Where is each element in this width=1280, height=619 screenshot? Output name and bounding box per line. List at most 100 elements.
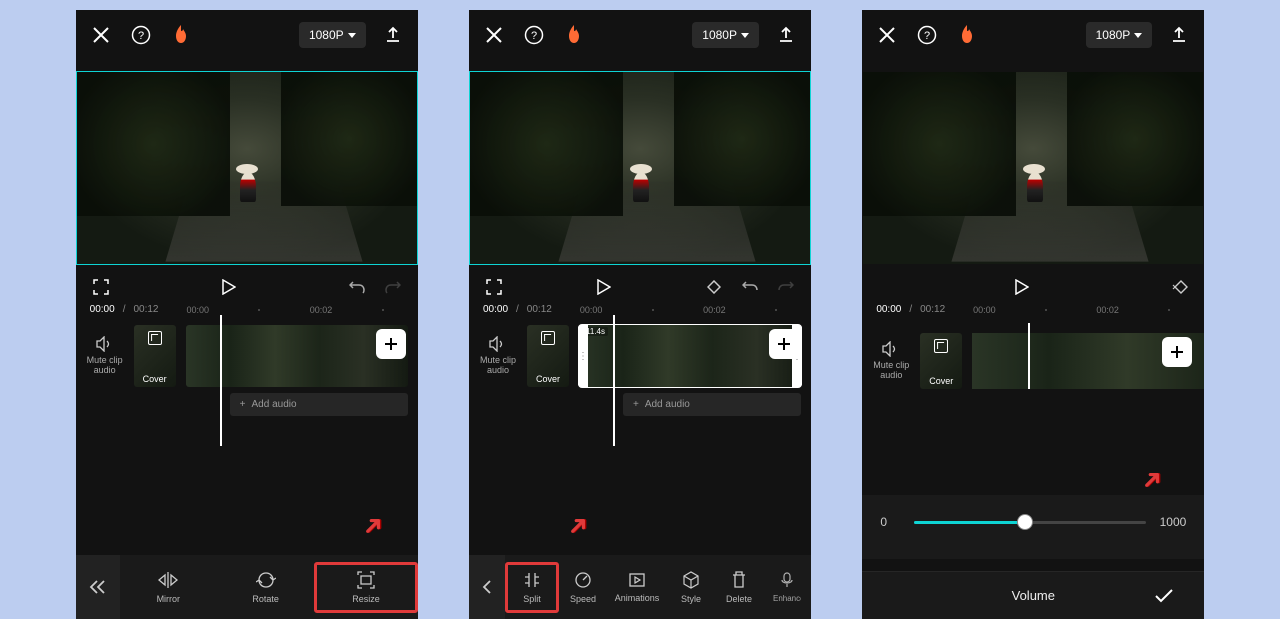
enhance-tool[interactable]: Enhance voice (763, 562, 811, 613)
close-icon[interactable] (876, 24, 898, 46)
timeline-area: Mute clip audio Cover 11.4s ⋮ ⋮ +Add aud… (469, 315, 811, 416)
video-preview[interactable] (77, 72, 417, 264)
cover-thumb[interactable]: Cover (134, 325, 176, 387)
clip-handle-left[interactable]: ⋮ (578, 325, 588, 387)
tool-label: Rotate (252, 594, 279, 604)
resolution-label: 1080P (309, 28, 344, 42)
resolution-button[interactable]: 1080P (299, 22, 366, 48)
close-icon[interactable] (483, 24, 505, 46)
fullscreen-icon[interactable] (483, 276, 505, 298)
slider-thumb[interactable] (1017, 514, 1033, 530)
chevron-down-icon (1134, 33, 1142, 38)
mirror-tool[interactable]: Mirror (120, 562, 217, 613)
volume-title: Volume (912, 588, 1154, 603)
time-current: 00:00 (90, 304, 115, 315)
chevron-down-icon (348, 33, 356, 38)
cover-thumb[interactable]: Cover (527, 325, 569, 387)
back-button[interactable] (469, 555, 505, 619)
fullscreen-icon[interactable] (90, 276, 112, 298)
phone-3: ? 1080P 00:00/ 00:12 00:00 00:02 (862, 10, 1204, 619)
cover-thumb[interactable]: Cover (920, 333, 962, 389)
chevron-down-icon (741, 33, 749, 38)
time-mark: 00:00 (187, 305, 210, 315)
time-display: 00:00/ 00:12 00:00 00:02 (469, 304, 811, 315)
split-tool[interactable]: Split (505, 562, 559, 613)
delete-tool[interactable]: Delete (715, 562, 763, 613)
export-icon[interactable] (382, 24, 404, 46)
tool-label: Split (523, 594, 541, 604)
time-mark: 00:02 (703, 305, 726, 315)
mute-label: Mute clip audio (872, 361, 910, 381)
rotate-tool[interactable]: Rotate (217, 562, 314, 613)
flame-icon[interactable] (170, 24, 192, 46)
keyframe-add-icon[interactable] (1168, 276, 1190, 298)
time-current: 00:00 (483, 304, 508, 315)
video-preview[interactable] (863, 72, 1203, 264)
timeline-area: Mute clip audio Cover (862, 323, 1204, 389)
flame-icon[interactable] (956, 24, 978, 46)
cover-label: Cover (536, 374, 560, 384)
tool-label: Style (681, 594, 701, 604)
phone-2: ? 1080P 00:00/ 00:12 00:00 00:02 (469, 10, 811, 619)
help-icon[interactable]: ? (523, 24, 545, 46)
playhead[interactable] (1028, 323, 1030, 389)
speed-tool[interactable]: Speed (559, 562, 607, 613)
playhead[interactable] (220, 315, 222, 446)
keyframe-icon[interactable] (703, 276, 725, 298)
time-mark: 00:00 (973, 305, 996, 315)
volume-slider[interactable] (914, 521, 1145, 524)
add-clip-button[interactable] (769, 329, 799, 359)
playhead[interactable] (613, 315, 615, 446)
cover-label: Cover (143, 374, 167, 384)
tool-label: Animations (615, 593, 660, 603)
resize-tool[interactable]: Resize (314, 562, 417, 613)
resolution-button[interactable]: 1080P (692, 22, 759, 48)
mute-label: Mute clip audio (479, 356, 517, 376)
mute-clip-button[interactable]: Mute clip audio (872, 341, 910, 381)
export-icon[interactable] (775, 24, 797, 46)
time-mark: 00:02 (310, 305, 333, 315)
add-clip-button[interactable] (376, 329, 406, 359)
mute-clip-button[interactable]: Mute clip audio (479, 336, 517, 376)
volume-footer: Volume (862, 571, 1204, 619)
time-total: 00:12 (133, 304, 158, 315)
animations-tool[interactable]: Animations (607, 562, 667, 613)
play-icon[interactable] (1011, 276, 1033, 298)
tool-label: Speed (570, 594, 596, 604)
style-tool[interactable]: Style (667, 562, 715, 613)
export-icon[interactable] (1168, 24, 1190, 46)
add-clip-button[interactable] (1162, 337, 1192, 367)
tool-label: Delete (726, 594, 752, 604)
bottom-toolbar: Mirror Rotate Resize (76, 555, 418, 619)
arrow-annotation: ➜ (1133, 461, 1170, 498)
collapse-button[interactable] (76, 555, 120, 619)
video-preview[interactable] (470, 72, 810, 264)
svg-text:?: ? (531, 30, 537, 42)
undo-icon[interactable] (739, 276, 761, 298)
add-audio-button[interactable]: +Add audio (623, 393, 801, 416)
redo-icon[interactable] (382, 276, 404, 298)
help-icon[interactable]: ? (916, 24, 938, 46)
play-icon[interactable] (593, 276, 615, 298)
play-icon[interactable] (218, 276, 240, 298)
arrow-annotation: ➜ (354, 507, 391, 544)
volume-max: 1000 (1160, 515, 1187, 529)
resolution-button[interactable]: 1080P (1086, 22, 1153, 48)
help-icon[interactable]: ? (130, 24, 152, 46)
cover-label: Cover (929, 376, 953, 386)
timeline-area: Mute clip audio Cover +Add audio (76, 315, 418, 416)
confirm-button[interactable] (1154, 589, 1204, 603)
svg-text:?: ? (924, 30, 930, 42)
playback-controls (862, 264, 1204, 304)
time-display: 00:00 / 00:12 00:00 00:02 (76, 304, 418, 315)
redo-icon[interactable] (775, 276, 797, 298)
time-display: 00:00/ 00:12 00:00 00:02 (862, 304, 1204, 315)
mute-clip-button[interactable]: Mute clip audio (86, 336, 124, 376)
volume-min: 0 (880, 515, 900, 529)
tool-label: Enhance voice (773, 594, 801, 603)
time-mark: 00:02 (1096, 305, 1119, 315)
undo-icon[interactable] (346, 276, 368, 298)
flame-icon[interactable] (563, 24, 585, 46)
add-audio-button[interactable]: +Add audio (230, 393, 408, 416)
close-icon[interactable] (90, 24, 112, 46)
